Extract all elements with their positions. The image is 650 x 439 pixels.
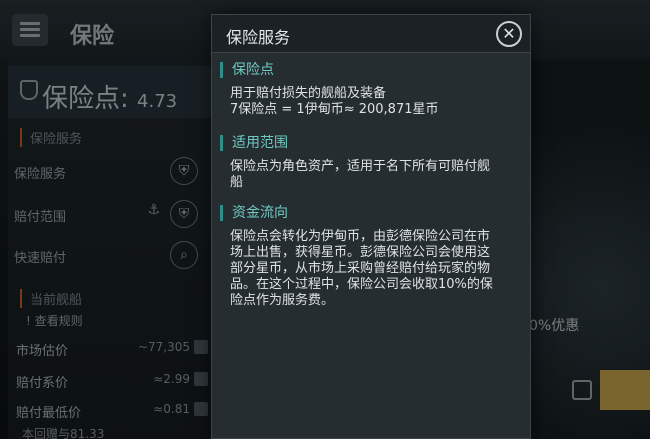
body-line: 保险点会转化为伊甸币，由彭德保险公司在市 [230,229,491,244]
section-body: 保险点为角色资产，适用于名下所有可赔付舰 船 [220,159,520,191]
dialog-header: 保险服务 ✕ [212,15,530,53]
section-body: 用于赔付损失的舰船及装备 7保险点 = 1伊甸币≈ 200,871星币 [220,86,520,118]
body-line: 用于赔付损失的舰船及装备 [230,86,387,101]
body-line: 部分星币，从市场上采购曾经赔付给玩家的物 [230,261,491,276]
section-fund-flow: 资金流向 保险点会转化为伊甸币，由彭德保险公司在市 场上出售，获得星币。彭德保险… [220,205,520,309]
body-line: 场上出售，获得星币。彭德保险公司会使用这 [230,245,491,260]
section-heading: 适用范围 [220,135,520,151]
body-line: 品。在这个过程中，保险公司会收取10%的保 [230,277,493,292]
section-body: 保险点会转化为伊甸币，由彭德保险公司在市 场上出售，获得星币。彭德保险公司会使用… [220,229,520,309]
section-insurance-points: 保险点 用于赔付损失的舰船及装备 7保险点 = 1伊甸币≈ 200,871星币 [220,62,520,118]
dialog-title: 保险服务 [226,28,291,47]
section-heading: 保险点 [220,62,520,78]
body-line: 险点作为服务费。 [230,293,335,308]
section-scope: 适用范围 保险点为角色资产，适用于名下所有可赔付舰 船 [220,135,520,191]
body-line: 船 [230,175,244,190]
close-icon[interactable]: ✕ [496,21,522,47]
insurance-service-dialog: 保险服务 ✕ 保险点 用于赔付损失的舰船及装备 7保险点 = 1伊甸币≈ 200… [211,14,531,439]
body-line: 7保险点 = 1伊甸币≈ 200,871星币 [230,102,439,117]
section-heading: 资金流向 [220,205,520,221]
body-line: 保险点为角色资产，适用于名下所有可赔付舰 [230,159,491,174]
